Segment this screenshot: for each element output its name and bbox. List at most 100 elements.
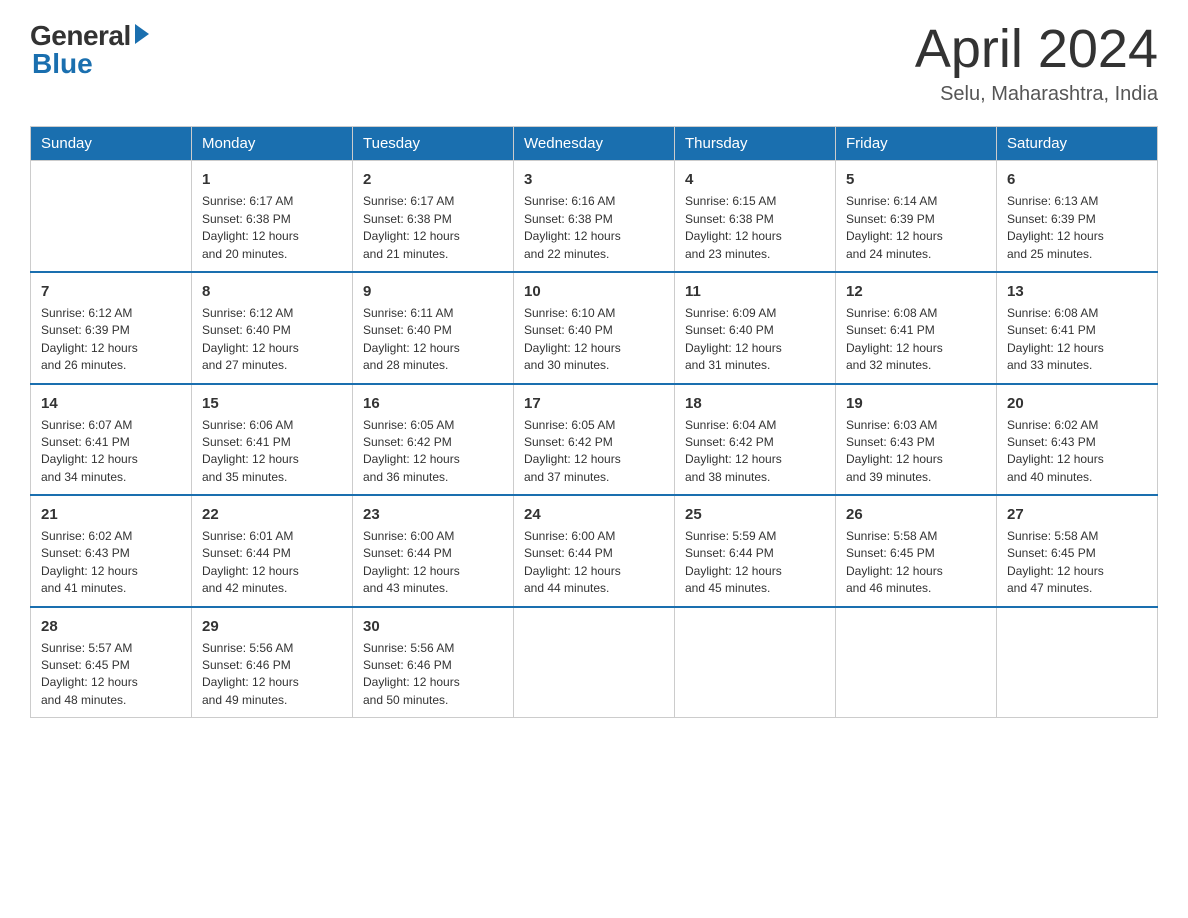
day-number: 15 [202, 393, 342, 414]
day-number: 18 [685, 393, 825, 414]
day-number: 5 [846, 169, 986, 190]
location-text: Selu, Maharashtra, India [915, 83, 1158, 106]
calendar-day-cell: 30 Sunrise: 5:56 AM Sunset: 6:46 PM Dayli… [353, 607, 514, 718]
calendar-day-header: Friday [836, 127, 997, 161]
day-number: 26 [846, 504, 986, 525]
day-number: 29 [202, 616, 342, 637]
calendar-day-cell: 26 Sunrise: 5:58 AM Sunset: 6:45 PM Dayli… [836, 495, 997, 607]
calendar-week-row: 7 Sunrise: 6:12 AM Sunset: 6:39 PM Daylig… [31, 272, 1158, 384]
day-info: Sunrise: 6:00 AM Sunset: 6:44 PM Dayligh… [524, 528, 664, 598]
day-info: Sunrise: 6:10 AM Sunset: 6:40 PM Dayligh… [524, 305, 664, 375]
day-info: Sunrise: 6:01 AM Sunset: 6:44 PM Dayligh… [202, 528, 342, 598]
calendar-day-header: Monday [192, 127, 353, 161]
calendar-day-cell: 1 Sunrise: 6:17 AM Sunset: 6:38 PM Daylig… [192, 161, 353, 272]
calendar-day-cell: 2Sunrise: 6:17 AM Sunset: 6:38 PM Daylig… [353, 161, 514, 272]
month-title: April 2024 [915, 20, 1158, 79]
day-info: Sunrise: 6:11 AM Sunset: 6:40 PM Dayligh… [363, 305, 503, 375]
day-info: Sunrise: 6:02 AM Sunset: 6:43 PM Dayligh… [1007, 417, 1147, 487]
calendar-day-cell [836, 607, 997, 718]
day-number: 25 [685, 504, 825, 525]
day-number: 1 [202, 169, 342, 190]
day-number: 13 [1007, 281, 1147, 302]
logo-arrow-icon [135, 24, 149, 44]
title-section: April 2024 Selu, Maharashtra, India [915, 20, 1158, 106]
calendar-day-cell: 4 Sunrise: 6:15 AM Sunset: 6:38 PM Daylig… [675, 161, 836, 272]
day-info: Sunrise: 6:12 AM Sunset: 6:40 PM Dayligh… [202, 305, 342, 375]
calendar-day-cell: 24 Sunrise: 6:00 AM Sunset: 6:44 PM Dayli… [514, 495, 675, 607]
day-number: 21 [41, 504, 181, 525]
day-info: Sunrise: 6:15 AM Sunset: 6:38 PM Dayligh… [685, 193, 825, 263]
logo: General Blue [30, 20, 149, 80]
calendar-day-cell: 3 Sunrise: 6:16 AM Sunset: 6:38 PM Daylig… [514, 161, 675, 272]
day-number: 22 [202, 504, 342, 525]
day-info: Sunrise: 6:16 AM Sunset: 6:38 PM Dayligh… [524, 193, 664, 263]
calendar-day-cell: 6 Sunrise: 6:13 AM Sunset: 6:39 PM Daylig… [997, 161, 1158, 272]
day-number: 17 [524, 393, 664, 414]
calendar-day-cell: 5 Sunrise: 6:14 AM Sunset: 6:39 PM Daylig… [836, 161, 997, 272]
day-number: 3 [524, 169, 664, 190]
day-number: 24 [524, 504, 664, 525]
calendar-day-cell: 23 Sunrise: 6:00 AM Sunset: 6:44 PM Dayli… [353, 495, 514, 607]
day-number: 6 [1007, 169, 1147, 190]
calendar-day-cell: 8 Sunrise: 6:12 AM Sunset: 6:40 PM Daylig… [192, 272, 353, 384]
calendar-day-cell: 15 Sunrise: 6:06 AM Sunset: 6:41 PM Dayli… [192, 384, 353, 496]
day-number: 4 [685, 169, 825, 190]
day-info: Sunrise: 6:12 AM Sunset: 6:39 PM Dayligh… [41, 305, 181, 375]
calendar-day-cell: 17 Sunrise: 6:05 AM Sunset: 6:42 PM Dayli… [514, 384, 675, 496]
calendar-table: SundayMondayTuesdayWednesdayThursdayFrid… [30, 126, 1158, 718]
calendar-day-cell: 19 Sunrise: 6:03 AM Sunset: 6:43 PM Dayli… [836, 384, 997, 496]
calendar-day-cell: 18Sunrise: 6:04 AM Sunset: 6:42 PM Dayli… [675, 384, 836, 496]
day-info: Sunrise: 6:03 AM Sunset: 6:43 PM Dayligh… [846, 417, 986, 487]
day-number: 10 [524, 281, 664, 302]
day-info: Sunrise: 5:56 AM Sunset: 6:46 PM Dayligh… [202, 640, 342, 710]
calendar-header-row: SundayMondayTuesdayWednesdayThursdayFrid… [31, 127, 1158, 161]
calendar-day-cell [31, 161, 192, 272]
day-info: Sunrise: 5:56 AM Sunset: 6:46 PM Dayligh… [363, 640, 503, 710]
day-info: Sunrise: 6:05 AM Sunset: 6:42 PM Dayligh… [524, 417, 664, 487]
page-header: General Blue April 2024 Selu, Maharashtr… [30, 20, 1158, 106]
day-number: 14 [41, 393, 181, 414]
calendar-day-cell: 14 Sunrise: 6:07 AM Sunset: 6:41 PM Dayli… [31, 384, 192, 496]
calendar-day-header: Saturday [997, 127, 1158, 161]
calendar-day-cell: 28 Sunrise: 5:57 AM Sunset: 6:45 PM Dayli… [31, 607, 192, 718]
calendar-week-row: 1 Sunrise: 6:17 AM Sunset: 6:38 PM Daylig… [31, 161, 1158, 272]
logo-blue-text: Blue [30, 48, 93, 80]
calendar-day-cell: 22 Sunrise: 6:01 AM Sunset: 6:44 PM Dayli… [192, 495, 353, 607]
day-info: Sunrise: 6:14 AM Sunset: 6:39 PM Dayligh… [846, 193, 986, 263]
day-number: 7 [41, 281, 181, 302]
day-info: Sunrise: 5:58 AM Sunset: 6:45 PM Dayligh… [1007, 528, 1147, 598]
calendar-day-header: Wednesday [514, 127, 675, 161]
calendar-day-header: Thursday [675, 127, 836, 161]
calendar-day-cell: 11Sunrise: 6:09 AM Sunset: 6:40 PM Dayli… [675, 272, 836, 384]
calendar-week-row: 21 Sunrise: 6:02 AM Sunset: 6:43 PM Dayli… [31, 495, 1158, 607]
day-info: Sunrise: 6:00 AM Sunset: 6:44 PM Dayligh… [363, 528, 503, 598]
calendar-day-cell: 21 Sunrise: 6:02 AM Sunset: 6:43 PM Dayli… [31, 495, 192, 607]
day-info: Sunrise: 6:13 AM Sunset: 6:39 PM Dayligh… [1007, 193, 1147, 263]
day-info: Sunrise: 6:05 AM Sunset: 6:42 PM Dayligh… [363, 417, 503, 487]
calendar-day-cell [514, 607, 675, 718]
calendar-day-cell: 9 Sunrise: 6:11 AM Sunset: 6:40 PM Daylig… [353, 272, 514, 384]
day-info: Sunrise: 5:57 AM Sunset: 6:45 PM Dayligh… [41, 640, 181, 710]
calendar-day-cell: 20 Sunrise: 6:02 AM Sunset: 6:43 PM Dayli… [997, 384, 1158, 496]
day-info: Sunrise: 5:58 AM Sunset: 6:45 PM Dayligh… [846, 528, 986, 598]
day-info: Sunrise: 6:07 AM Sunset: 6:41 PM Dayligh… [41, 417, 181, 487]
day-info: Sunrise: 6:08 AM Sunset: 6:41 PM Dayligh… [846, 305, 986, 375]
day-info: Sunrise: 6:06 AM Sunset: 6:41 PM Dayligh… [202, 417, 342, 487]
day-number: 27 [1007, 504, 1147, 525]
calendar-day-cell: 25 Sunrise: 5:59 AM Sunset: 6:44 PM Dayli… [675, 495, 836, 607]
day-number: 8 [202, 281, 342, 302]
day-number: 19 [846, 393, 986, 414]
day-number: 9 [363, 281, 503, 302]
day-number: 28 [41, 616, 181, 637]
day-number: 30 [363, 616, 503, 637]
day-info: Sunrise: 6:17 AM Sunset: 6:38 PM Dayligh… [202, 193, 342, 263]
day-number: 20 [1007, 393, 1147, 414]
day-info: Sunrise: 6:02 AM Sunset: 6:43 PM Dayligh… [41, 528, 181, 598]
calendar-day-header: Tuesday [353, 127, 514, 161]
calendar-day-cell: 29 Sunrise: 5:56 AM Sunset: 6:46 PM Dayli… [192, 607, 353, 718]
day-number: 23 [363, 504, 503, 525]
calendar-day-cell [997, 607, 1158, 718]
calendar-day-cell [675, 607, 836, 718]
day-number: 11 [685, 281, 825, 302]
day-info: Sunrise: 5:59 AM Sunset: 6:44 PM Dayligh… [685, 528, 825, 598]
